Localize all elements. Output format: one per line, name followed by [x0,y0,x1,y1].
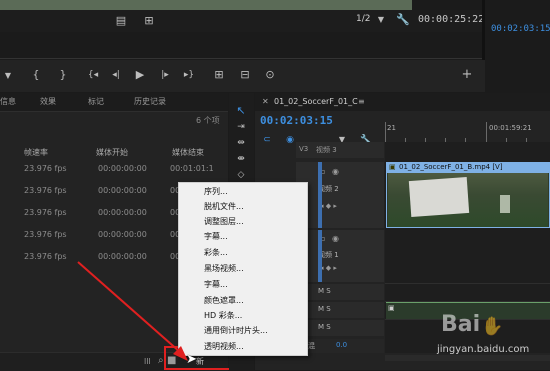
watermark-text: jingyan.baidu.com [437,344,530,355]
mouse-cursor-icon: ➤ [186,352,197,367]
watermark-logo: Bai ✋ [441,312,504,337]
